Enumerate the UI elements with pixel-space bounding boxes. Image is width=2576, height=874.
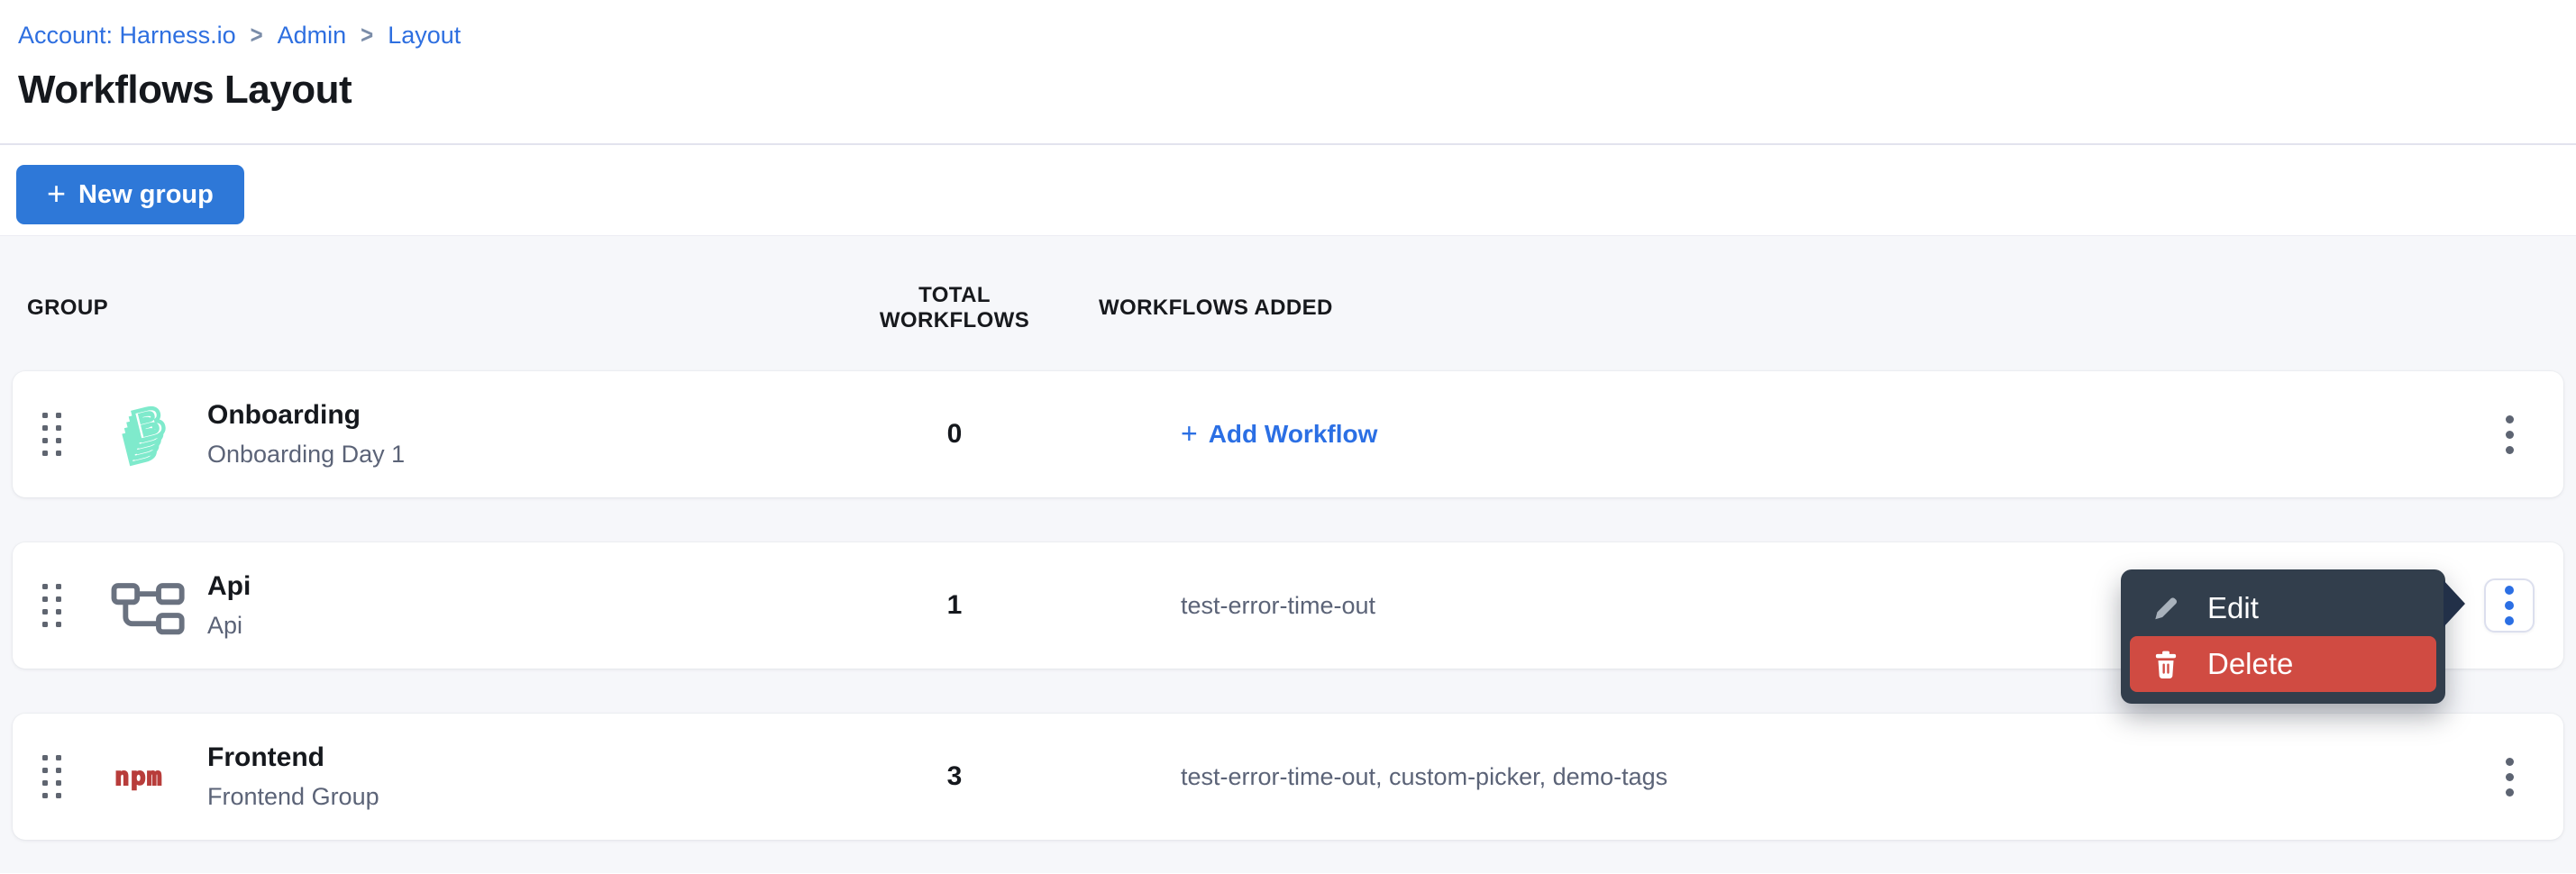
add-workflow-label: Add Workflow xyxy=(1209,420,1378,449)
total-workflows-value: 0 xyxy=(842,419,1067,450)
group-description: Frontend Group xyxy=(207,783,842,811)
trash-icon xyxy=(2148,649,2184,679)
total-workflows-value: 1 xyxy=(842,590,1067,621)
page-title: Workflows Layout xyxy=(18,68,2558,113)
npm-logo-icon: npm xyxy=(107,758,190,796)
drag-handle-icon[interactable] xyxy=(37,750,67,804)
group-name: Onboarding xyxy=(207,400,842,431)
column-header-workflows-added: WORKFLOWS ADDED xyxy=(1067,296,2455,321)
add-workflow-button[interactable]: + Add Workflow xyxy=(1181,419,1377,451)
column-header-total-workflows: TOTAL WORKFLOWS xyxy=(842,283,1067,333)
context-menu-edit-label: Edit xyxy=(2207,591,2259,625)
new-group-button[interactable]: + New group xyxy=(16,165,244,224)
table-row-onboarding: B B B B B Onboarding Onboarding Day 1 0 … xyxy=(13,371,2563,497)
breadcrumb-separator-icon: > xyxy=(361,21,373,50)
pencil-icon xyxy=(2148,592,2184,624)
plus-icon: + xyxy=(47,178,66,210)
total-workflows-value: 3 xyxy=(842,761,1067,792)
context-menu-delete-label: Delete xyxy=(2207,647,2293,681)
group-description: Onboarding Day 1 xyxy=(207,441,842,469)
row-menu-kebab-icon[interactable] xyxy=(2498,751,2521,804)
onboarding-stack-logo-icon: B B B B B xyxy=(109,391,188,478)
context-menu-delete-item[interactable]: Delete xyxy=(2130,636,2436,692)
groups-table: GROUP TOTAL WORKFLOWS WORKFLOWS ADDED B … xyxy=(0,235,2576,873)
row-menu-kebab-icon[interactable] xyxy=(2498,408,2521,461)
workflows-added-list: test-error-time-out, custom-picker, demo… xyxy=(1067,763,2455,791)
breadcrumb-account-link[interactable]: Account: Harness.io xyxy=(18,22,236,50)
plus-icon: + xyxy=(1181,417,1198,451)
table-header-row: GROUP TOTAL WORKFLOWS WORKFLOWS ADDED xyxy=(13,283,2563,314)
breadcrumb-admin-link[interactable]: Admin xyxy=(278,22,347,50)
row-context-menu: Edit Delete xyxy=(2121,569,2445,704)
breadcrumb-layout-link[interactable]: Layout xyxy=(388,22,461,50)
breadcrumb-separator-icon: > xyxy=(251,21,263,50)
group-name: Frontend xyxy=(207,742,842,773)
context-menu-edit-item[interactable]: Edit xyxy=(2130,580,2436,636)
api-workflow-icon xyxy=(109,572,188,639)
breadcrumb: Account: Harness.io > Admin > Layout xyxy=(18,22,2558,50)
group-description: Api xyxy=(207,612,842,640)
group-name: Api xyxy=(207,571,842,602)
svg-text:npm: npm xyxy=(114,761,163,791)
new-group-button-label: New group xyxy=(78,180,214,210)
row-menu-kebab-button-active[interactable] xyxy=(2484,578,2535,633)
column-header-group: GROUP xyxy=(13,296,842,321)
table-row-frontend: npm Frontend Frontend Group 3 test-error… xyxy=(13,714,2563,840)
drag-handle-icon[interactable] xyxy=(37,407,67,461)
drag-handle-icon[interactable] xyxy=(37,578,67,633)
toolbar: + New group xyxy=(0,145,2576,235)
page-header: Account: Harness.io > Admin > Layout Wor… xyxy=(0,0,2576,145)
